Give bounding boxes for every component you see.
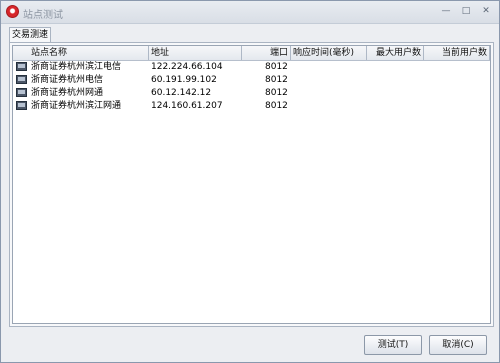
column-header-response-time[interactable]: 响应时间(毫秒) xyxy=(291,46,367,60)
server-icon xyxy=(16,75,27,84)
table-row[interactable]: 浙商证券杭州滨江电信 122.224.66.104 8012 xyxy=(13,61,490,74)
server-icon xyxy=(16,88,27,97)
server-icon xyxy=(16,101,27,110)
station-address: 60.12.142.12 xyxy=(151,88,212,98)
window-title: 站点测试 xyxy=(23,10,63,21)
station-list[interactable]: 站点名称 地址 端口 响应时间(毫秒) 最大用户数 当前用户数 浙商证券杭州滨江… xyxy=(12,45,491,324)
column-header-current-users[interactable]: 当前用户数 xyxy=(424,46,490,60)
server-icon xyxy=(16,62,27,71)
minimize-icon[interactable]: — xyxy=(439,5,453,17)
test-button[interactable]: 测试(T) xyxy=(364,335,422,355)
close-icon[interactable]: ✕ xyxy=(479,5,493,17)
table-row[interactable]: 浙商证券杭州网通 60.12.142.12 8012 xyxy=(13,87,490,100)
station-port: 8012 xyxy=(265,101,288,111)
station-address: 124.160.61.207 xyxy=(151,101,223,111)
column-header-station-name[interactable]: 站点名称 xyxy=(13,46,149,60)
maximize-icon[interactable]: □ xyxy=(459,5,473,17)
station-port: 8012 xyxy=(265,88,288,98)
station-address: 122.224.66.104 xyxy=(151,62,223,72)
cancel-button[interactable]: 取消(C) xyxy=(429,335,487,355)
tab-panel: 站点名称 地址 端口 响应时间(毫秒) 最大用户数 当前用户数 浙商证券杭州滨江… xyxy=(9,42,494,327)
station-address: 60.191.99.102 xyxy=(151,75,217,85)
station-name: 浙商证券杭州网通 xyxy=(31,88,104,98)
table-row[interactable]: 浙商证券杭州滨江网通 124.160.61.207 8012 xyxy=(13,100,490,113)
station-port: 8012 xyxy=(265,75,288,85)
station-test-window: 站点测试 — □ ✕ 交易测速 站点名称 地址 端口 响应时间(毫秒) 最大用户… xyxy=(0,0,500,363)
station-port: 8012 xyxy=(265,62,288,72)
station-name: 浙商证券杭州滨江网通 xyxy=(31,101,122,111)
tab-trade-speed-test[interactable]: 交易测速 xyxy=(9,27,51,43)
table-row[interactable]: 浙商证券杭州电信 60.191.99.102 8012 xyxy=(13,74,490,87)
app-logo-icon xyxy=(6,5,19,18)
column-header-max-users[interactable]: 最大用户数 xyxy=(367,46,424,60)
column-header-address[interactable]: 地址 xyxy=(149,46,242,60)
station-name: 浙商证券杭州电信 xyxy=(31,75,104,85)
title-bar[interactable]: 站点测试 — □ ✕ xyxy=(1,1,499,24)
list-header: 站点名称 地址 端口 响应时间(毫秒) 最大用户数 当前用户数 xyxy=(13,46,490,61)
station-name: 浙商证券杭州滨江电信 xyxy=(31,62,122,72)
column-header-port[interactable]: 端口 xyxy=(242,46,291,60)
